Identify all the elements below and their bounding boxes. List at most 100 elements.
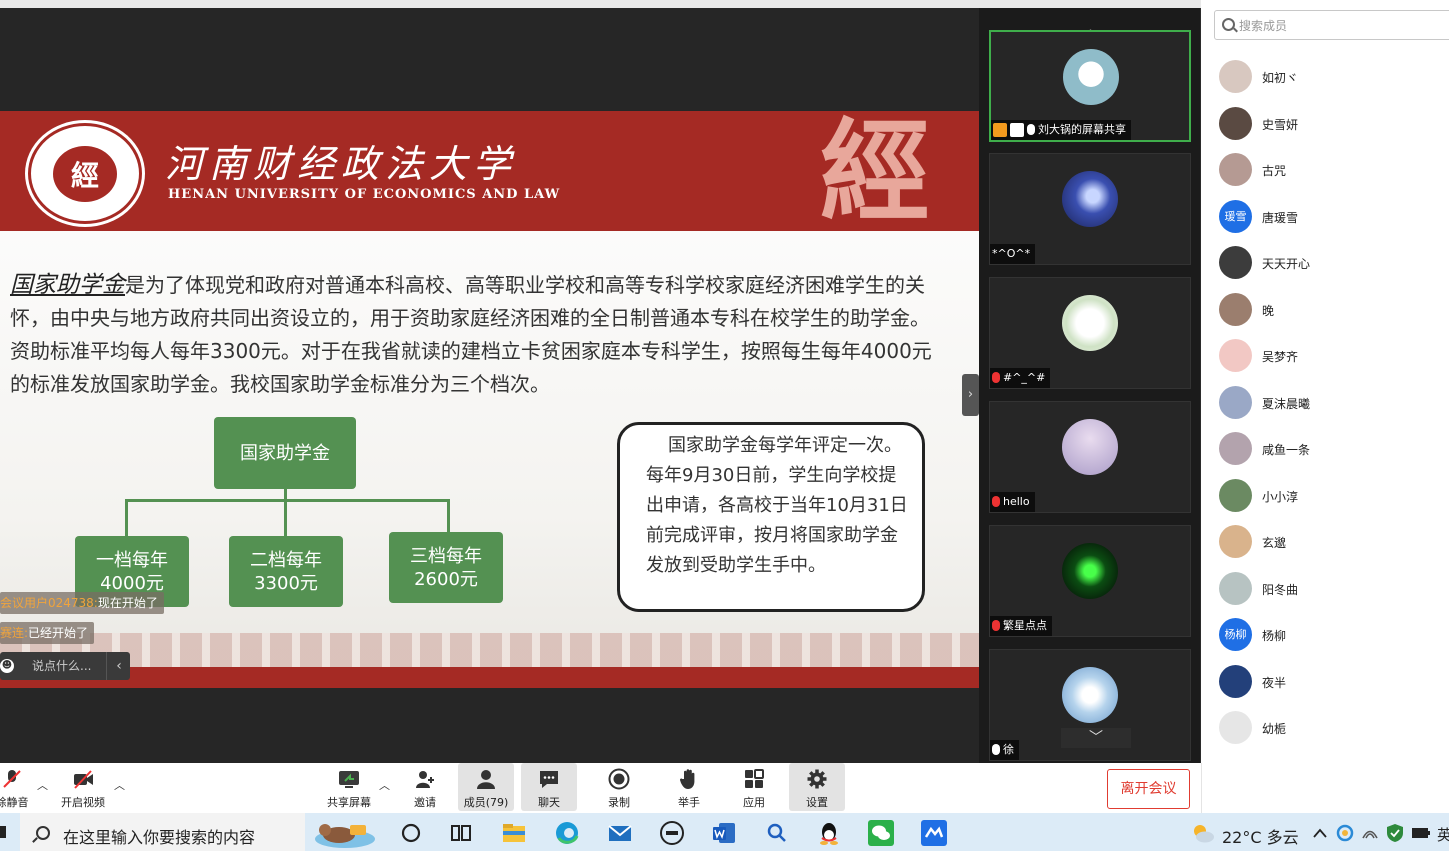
share-screen-button[interactable]: 共享屏幕 bbox=[321, 763, 377, 811]
chat-input[interactable]: 说点什么... bbox=[32, 652, 104, 680]
mic-muted-icon bbox=[992, 495, 1000, 507]
unmute-button[interactable]: 除静音 bbox=[0, 763, 40, 811]
member-name: 杨柳 bbox=[1262, 629, 1287, 643]
member-row[interactable]: 古咒 bbox=[1219, 153, 1439, 189]
participant-avatar bbox=[1062, 171, 1118, 227]
member-name: 小小淳 bbox=[1262, 489, 1299, 504]
browser-tray-icon[interactable] bbox=[1336, 824, 1354, 842]
apps-button[interactable]: 应用 bbox=[726, 763, 782, 811]
gallery-toggle-handle[interactable]: › bbox=[962, 374, 979, 416]
member-row[interactable]: 咸鱼一条 bbox=[1219, 432, 1439, 468]
raise-hand-label: 举手 bbox=[678, 796, 700, 809]
dell-icon[interactable] bbox=[659, 820, 685, 846]
search-highlight-otter-icon bbox=[315, 824, 375, 848]
chevron-up-icon[interactable] bbox=[1313, 827, 1327, 839]
member-avatar bbox=[1219, 60, 1252, 93]
video-tile[interactable]: 刘大锅的屏幕共享 bbox=[989, 30, 1191, 142]
audio-options-caret[interactable]: ︿ bbox=[37, 777, 48, 793]
apps-grid-icon bbox=[745, 769, 764, 788]
chat-message: 赛连:已经开始了 bbox=[0, 622, 95, 644]
slide-pattern-border bbox=[0, 633, 979, 667]
video-tile[interactable]: #^_^# bbox=[989, 277, 1191, 389]
member-name: 夜半 bbox=[1262, 675, 1287, 690]
weather-readout[interactable]: 22°C 多云 bbox=[1222, 824, 1299, 848]
member-row[interactable]: 史雪妍 bbox=[1219, 106, 1439, 143]
gear-icon bbox=[807, 769, 827, 789]
chat-label: 聊天 bbox=[538, 796, 560, 809]
start-video-button[interactable]: 开启视频 bbox=[55, 763, 111, 811]
member-row[interactable]: 小小淳 bbox=[1219, 478, 1439, 515]
tile-label: *^O^* bbox=[990, 244, 1036, 264]
member-avatar bbox=[1219, 432, 1252, 465]
qq-icon[interactable] bbox=[816, 820, 842, 846]
member-name: 阳冬曲 bbox=[1262, 582, 1299, 597]
members-button[interactable]: 成员(79) bbox=[458, 763, 514, 811]
tile-label: #^_^# bbox=[990, 368, 1051, 388]
word-icon[interactable] bbox=[711, 820, 737, 846]
tree-connector bbox=[447, 499, 450, 532]
invite-button[interactable]: 邀请 bbox=[397, 763, 453, 811]
member-avatar bbox=[1219, 664, 1252, 698]
participant-avatar bbox=[1062, 295, 1118, 351]
tree-root-label: 国家助学金 bbox=[240, 442, 330, 464]
member-avatar: 瑗雪 bbox=[1219, 199, 1252, 233]
tier2-title: 二档每年 bbox=[250, 549, 322, 571]
security-shield-icon[interactable] bbox=[1386, 823, 1404, 843]
chat-text: 现在开始了 bbox=[97, 596, 158, 610]
chat-button[interactable]: 聊天 bbox=[521, 763, 577, 811]
settings-label: 设置 bbox=[806, 796, 828, 809]
wifi-icon[interactable] bbox=[1362, 825, 1378, 841]
wechat-icon[interactable] bbox=[868, 820, 894, 846]
input-method-indicator[interactable]: 英 bbox=[1437, 824, 1449, 845]
raise-hand-button[interactable]: 举手 bbox=[661, 763, 717, 811]
shared-screen-area: 經 河南财经政法大学 HENAN UNIVERSITY OF ECONOMICS… bbox=[0, 8, 979, 763]
member-row[interactable]: 夜半 bbox=[1219, 664, 1439, 701]
record-button[interactable]: 录制 bbox=[591, 763, 647, 811]
share-screen-icon bbox=[339, 771, 359, 788]
edge-browser-icon[interactable] bbox=[554, 820, 580, 846]
search-app-icon[interactable] bbox=[764, 820, 790, 846]
cortana-icon[interactable] bbox=[398, 820, 424, 846]
leave-meeting-button[interactable]: 离开会议 bbox=[1107, 769, 1190, 809]
member-name: 史雪妍 bbox=[1262, 117, 1299, 132]
video-tile[interactable]: hello bbox=[989, 401, 1191, 513]
member-row[interactable]: 阳冬曲 bbox=[1219, 571, 1439, 608]
file-explorer-icon[interactable] bbox=[501, 820, 527, 846]
paragraph-keyword: 国家助学金 bbox=[10, 272, 125, 298]
mic-muted-icon bbox=[992, 619, 1000, 631]
task-view-icon[interactable] bbox=[448, 820, 474, 846]
member-row[interactable]: 吴梦齐 bbox=[1219, 339, 1439, 375]
chat-collapse-button[interactable]: ‹ bbox=[106, 652, 131, 680]
tile-label: hello bbox=[990, 492, 1035, 512]
settings-button[interactable]: 设置 bbox=[789, 763, 845, 811]
tencent-meeting-icon[interactable] bbox=[921, 820, 947, 846]
member-avatar bbox=[1219, 339, 1252, 372]
video-tile[interactable]: 繁星点点 bbox=[989, 525, 1191, 637]
chat-text: 已经开始了 bbox=[28, 626, 89, 640]
battery-icon[interactable] bbox=[1411, 827, 1431, 839]
member-row[interactable]: 天天开心 bbox=[1219, 246, 1439, 282]
video-options-caret[interactable]: ︿ bbox=[114, 777, 125, 793]
start-button[interactable] bbox=[0, 826, 6, 838]
members-footer bbox=[1201, 763, 1449, 813]
member-row[interactable]: 夏沫晨曦 bbox=[1219, 385, 1439, 422]
member-row[interactable]: 玄邈 bbox=[1219, 525, 1439, 561]
emoji-icon[interactable]: ☻ bbox=[0, 659, 14, 673]
member-row[interactable]: 如初ヾ bbox=[1219, 60, 1439, 96]
member-row[interactable]: 晚 bbox=[1219, 292, 1439, 329]
mic-muted-icon bbox=[3, 770, 21, 788]
mail-icon[interactable] bbox=[607, 820, 633, 846]
tier3-title: 三档每年 bbox=[410, 545, 482, 567]
scroll-down-icon[interactable]: ﹀ bbox=[1061, 728, 1131, 748]
member-row[interactable]: 幼栀 bbox=[1219, 711, 1439, 747]
share-options-caret[interactable]: ︿ bbox=[379, 777, 390, 793]
participant-avatar bbox=[1063, 49, 1119, 105]
member-name: 吴梦齐 bbox=[1262, 350, 1299, 364]
video-tile[interactable]: *^O^* bbox=[989, 153, 1191, 265]
member-search-placeholder: 搜索成员 bbox=[1239, 19, 1288, 33]
tile-label: 繁星点点 bbox=[990, 616, 1052, 636]
member-row[interactable]: 瑗雪 唐瑗雪 bbox=[1219, 199, 1439, 236]
search-icon bbox=[1222, 18, 1235, 31]
member-row[interactable]: 杨柳 杨柳 bbox=[1219, 618, 1439, 654]
mic-icon bbox=[1027, 123, 1035, 135]
